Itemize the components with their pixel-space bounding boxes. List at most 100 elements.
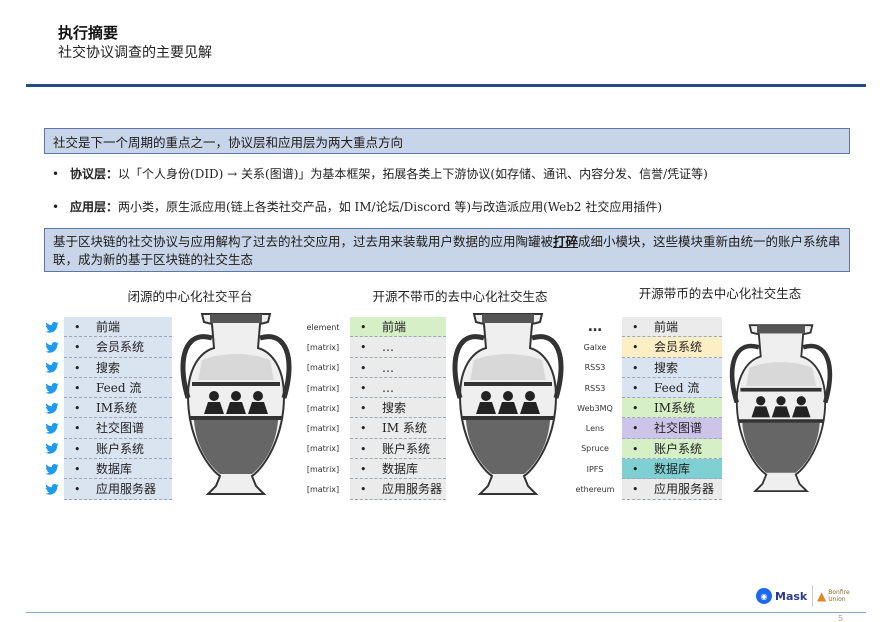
list-item: • IM系统	[64, 398, 172, 419]
list-item-label: 社交图谱	[96, 421, 145, 436]
list-item-label: 搜索	[96, 360, 121, 375]
protocol-logo: ethereum	[575, 485, 615, 495]
twitter-bird-icon	[40, 317, 64, 337]
list-item-label: 账户系统	[96, 441, 145, 456]
list-bullet: •	[74, 321, 81, 334]
list-item: • 数据库	[64, 459, 172, 480]
list-item: • 前端	[622, 317, 722, 338]
protocol-logo: RSS3	[584, 383, 606, 393]
bonfire-logo-text: Bonfire Union	[828, 589, 850, 603]
list-item: •…	[350, 337, 446, 358]
protocol-logo: [matrix]	[306, 424, 340, 434]
page-number: 5	[838, 614, 844, 622]
protocol-logo: [matrix]	[306, 342, 340, 352]
bullet-label: 协议层：	[70, 167, 119, 181]
column-title-closed: 闭源的中心化社交平台	[127, 289, 253, 304]
list-bullet: •	[74, 422, 81, 436]
list-item: • 前端	[64, 317, 172, 338]
list-item: • 会员系统	[622, 337, 722, 358]
twitter-bird-icon	[40, 459, 64, 479]
list-bullet: •	[360, 361, 367, 375]
list-item: • IM系统	[622, 398, 722, 419]
matrix-logo-column: element [matrix] [matrix] [matrix] [matrix] […	[300, 317, 346, 500]
list-item-label: 会员系统	[654, 340, 703, 355]
list-bullet: •	[632, 402, 639, 416]
protocol-logo: element	[306, 322, 340, 332]
list-bullet: •	[360, 402, 367, 416]
list-item: • 应用服务器	[350, 479, 446, 500]
summary-banner: 社交是下一个周期的重点之一，协议层和应用层为两大重点方向	[44, 128, 850, 154]
bonfire-union-logo: ▲ Bonfire Union	[812, 585, 860, 607]
list-item: •…	[350, 357, 446, 378]
list-bullet: •	[632, 361, 639, 375]
protocol-logo: [matrix]	[306, 363, 340, 373]
column-title-open-token: 开源带币的去中心化社交生态	[638, 286, 802, 301]
list-item: • 账户系统	[64, 438, 172, 460]
flame-icon: ▲	[817, 589, 827, 603]
list-item-label: 搜索	[654, 360, 679, 375]
mask-icon: ◉	[756, 588, 772, 604]
protocol-logo: Galxe	[583, 342, 607, 352]
list-item-label: 数据库	[382, 462, 419, 477]
list-item-label: 前端	[96, 320, 121, 334]
open-no-token-list: • 前端 •… •… •… • 搜索 • IM 系统 • 账户系统 • 数据库 • 应用服务器	[350, 317, 446, 500]
list-item: •…	[350, 377, 446, 399]
protocol-logo: [matrix]	[306, 485, 340, 495]
list-item-label: 应用服务器	[96, 482, 157, 497]
list-item-label: Feed 流	[96, 380, 142, 395]
list-bullet: •	[74, 483, 81, 497]
closed-platform-list: • 前端 • 会员系统 • 搜索 • Feed 流 • IM系统 • 社交图谱 • 账户系统 • 数据库 • 应用…	[64, 317, 172, 500]
amphora-illustration	[180, 313, 292, 495]
protocol-logo: [matrix]	[306, 444, 340, 454]
list-bullet: •	[360, 341, 367, 355]
twitter-bird-icon	[40, 418, 64, 438]
list-bullet: •	[632, 463, 639, 477]
page-title: 执行摘要	[58, 24, 119, 42]
protocol-logo: Spruce	[581, 444, 609, 454]
bullet-text: 以「个人身份(DID) → 关系(图谱)」为基本框架，拓展各类上下游协议(如存储…	[118, 167, 708, 181]
list-item-label: 数据库	[96, 462, 133, 477]
list-item: • IM 系统	[350, 418, 446, 439]
list-item-label: 应用服务器	[382, 482, 443, 497]
protocol-logo: …	[588, 319, 602, 336]
bullet-dot: •	[52, 167, 60, 181]
list-bullet: •	[74, 442, 81, 456]
list-item-label: 账户系统	[654, 441, 703, 456]
list-bullet: •	[74, 402, 81, 416]
column-title-open-no-token: 开源不带币的去中心化社交生态	[372, 289, 548, 304]
list-item-label: Feed 流	[654, 380, 700, 395]
amphora-illustration	[722, 318, 840, 502]
protocol-logo: [matrix]	[306, 464, 340, 474]
list-item-label: IM系统	[96, 401, 138, 416]
bullet-protocol-layer: • 协议层：以「个人身份(DID) → 关系(图谱)」为基本框架，拓展各类上下游协…	[52, 165, 708, 182]
insight-emphasis: 打碎	[553, 234, 579, 249]
twitter-bird-icon	[40, 358, 64, 378]
mask-logo: ◉ Mask	[756, 588, 807, 604]
bullet-application-layer: • 应用层：两小类，原生派应用(链上各类社交产品，如 IM/论坛/Discord …	[52, 198, 662, 215]
list-item: • 社交图谱	[622, 418, 722, 439]
insight-text-before: 基于区块链的社交协议与应用解构了过去的社交应用，过去用来装载用户数据的应用陶罐被	[53, 234, 554, 249]
list-item: • Feed 流	[622, 377, 722, 399]
list-bullet: •	[360, 321, 367, 334]
bullet-label: 应用层：	[70, 200, 119, 214]
list-item: • 数据库	[622, 459, 722, 480]
list-item: • 数据库	[350, 459, 446, 480]
list-item: • 应用服务器	[622, 479, 722, 500]
protocol-logo: RSS3	[584, 363, 606, 373]
list-item: • 应用服务器	[64, 479, 172, 500]
protocol-logo: IPFS	[586, 464, 604, 474]
list-bullet: •	[632, 341, 639, 355]
bullet-dot: •	[52, 200, 60, 214]
list-bullet: •	[360, 422, 367, 436]
list-bullet: •	[74, 463, 81, 477]
list-item-label: 前端	[382, 320, 407, 334]
mask-logo-text: Mask	[775, 589, 808, 603]
list-item: • 搜索	[64, 357, 172, 378]
list-item-label: 社交图谱	[654, 421, 703, 436]
list-item-label: 前端	[654, 320, 679, 334]
list-item-label: …	[382, 360, 394, 375]
protocol-logo: [matrix]	[306, 403, 340, 413]
list-item-label: …	[382, 380, 394, 395]
list-item: • 前端	[350, 317, 446, 338]
twitter-icon-column	[40, 317, 64, 500]
